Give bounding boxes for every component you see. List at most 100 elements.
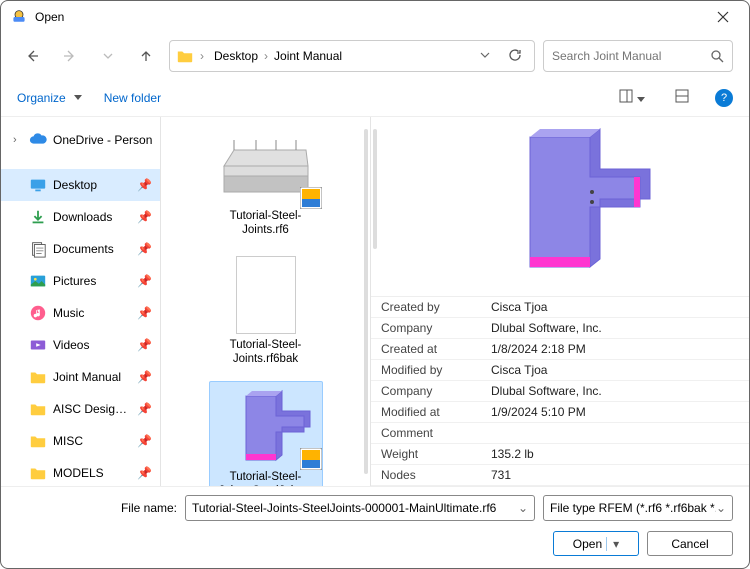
close-button[interactable] <box>707 1 739 33</box>
chevron-down-icon <box>480 50 490 60</box>
meta-value: 731 <box>491 468 739 482</box>
window-title: Open <box>35 10 707 24</box>
pin-icon: 📌 <box>137 370 152 384</box>
chevron-right-icon: › <box>264 49 268 63</box>
tree-label: Downloads <box>53 210 131 224</box>
open-split-icon[interactable]: ▾ <box>606 537 619 551</box>
tree-label: AISC Design Guid <box>53 402 131 416</box>
tree-item-music[interactable]: Music 📌 <box>1 297 160 329</box>
meta-value: Cisca Tjoa <box>491 300 739 314</box>
breadcrumb-desktop[interactable]: Desktop <box>210 47 262 65</box>
filter-label: File type RFEM (*.rf6 *.rf6bak *.r <box>550 501 716 515</box>
tree-label: Music <box>53 306 131 320</box>
back-button[interactable] <box>17 41 47 71</box>
meta-value: Dlubal Software, Inc. <box>491 321 739 335</box>
meta-value: 1/8/2024 2:18 PM <box>491 342 739 356</box>
tree-item-joint-manual[interactable]: Joint Manual 📌 <box>1 361 160 393</box>
meta-key: Modified at <box>381 405 491 419</box>
meta-value: Dlubal Software, Inc. <box>491 384 739 398</box>
tree-label: Joint Manual <box>53 370 131 384</box>
help-button[interactable]: ? <box>715 89 733 107</box>
meta-key: Created at <box>381 342 491 356</box>
address-bar[interactable]: › Desktop › Joint Manual <box>169 40 535 72</box>
meta-row: CompanyDlubal Software, Inc. <box>371 318 749 339</box>
cancel-button[interactable]: Cancel <box>647 531 733 556</box>
tree-item-onedrive[interactable]: › OneDrive - Person <box>1 123 160 157</box>
tree-item-downloads[interactable]: Downloads 📌 <box>1 201 160 233</box>
pin-icon: 📌 <box>137 210 152 224</box>
addr-dropdown[interactable] <box>474 47 496 65</box>
new-folder-button[interactable]: New folder <box>104 91 161 105</box>
tree-label: OneDrive - Person <box>53 133 160 147</box>
tree-item-aisc-design-guid[interactable]: AISC Design Guid📌 <box>1 393 160 425</box>
file-item[interactable]: Tutorial-Steel-Joints-SteelJoints-000001… <box>209 381 323 487</box>
downloads-icon <box>29 208 47 226</box>
meta-row: Comment <box>371 423 749 444</box>
app-icon <box>11 9 27 25</box>
meta-row: Modified at1/9/2024 5:10 PM <box>371 402 749 423</box>
videos-icon <box>29 336 47 354</box>
search-input[interactable] <box>552 49 710 63</box>
tree-item-desktop[interactable]: Desktop📌 <box>1 169 160 201</box>
tree-label: Videos <box>53 338 131 352</box>
meta-key: Company <box>381 384 491 398</box>
forward-button[interactable] <box>55 41 85 71</box>
thumb-model-grey <box>216 125 316 205</box>
rfem-badge-icon <box>300 448 322 470</box>
meta-value: 1/9/2024 5:10 PM <box>491 405 739 419</box>
tree-item-documents[interactable]: Documents📌 <box>1 233 160 265</box>
file-item[interactable]: Tutorial-Steel-Joints.rf6bak <box>209 252 323 371</box>
pin-icon: 📌 <box>137 306 152 320</box>
file-list: Tutorial-Steel-Joints.rf6 Tutorial-Steel-… <box>161 117 371 486</box>
file-type-filter[interactable]: File type RFEM (*.rf6 *.rf6bak *.r ⌄ <box>543 495 733 521</box>
close-icon <box>717 11 729 23</box>
pin-icon: 📌 <box>137 274 152 288</box>
tree-item-videos[interactable]: Videos📌 <box>1 329 160 361</box>
nav-tree: › OneDrive - Person Desktop📌Downloads📌Do… <box>1 117 161 486</box>
music-icon <box>29 304 47 322</box>
preview-toggle[interactable] <box>671 87 693 108</box>
view-options-button[interactable] <box>615 87 649 108</box>
arrow-right-icon <box>63 49 77 63</box>
folder-icon <box>29 464 47 482</box>
main-panel: › OneDrive - Person Desktop📌Downloads📌Do… <box>1 117 749 486</box>
meta-row: Created at1/8/2024 2:18 PM <box>371 339 749 360</box>
pin-icon: 📌 <box>137 434 152 448</box>
model-preview-icon <box>460 117 660 297</box>
filename-input[interactable] <box>192 501 518 515</box>
up-button[interactable] <box>131 41 161 71</box>
cloud-icon <box>29 131 47 149</box>
search-box[interactable] <box>543 40 733 72</box>
pin-icon: 📌 <box>137 178 152 192</box>
toolbar: Organize New folder ? <box>1 79 749 117</box>
meta-value: Cisca Tjoa <box>491 363 739 377</box>
pin-icon: 📌 <box>137 466 152 480</box>
folder-icon <box>176 47 194 65</box>
open-button[interactable]: Open ▾ <box>553 531 639 556</box>
meta-row: Created byCisca Tjoa <box>371 297 749 318</box>
folder-icon <box>29 400 47 418</box>
tree-label: MISC <box>53 434 131 448</box>
file-name-label: Tutorial-Steel-Joints-SteelJoints-000001… <box>214 470 318 487</box>
navbar: › Desktop › Joint Manual <box>1 33 749 79</box>
tree-item-misc[interactable]: MISC 📌 <box>1 425 160 457</box>
documents-icon <box>29 240 47 258</box>
tree-item-models[interactable]: MODELS📌 <box>1 457 160 486</box>
chevron-right-icon: › <box>13 134 23 146</box>
recent-locations-button[interactable] <box>93 41 123 71</box>
preview-pane-icon <box>675 89 689 103</box>
chevron-down-icon: ⌄ <box>716 501 726 515</box>
arrow-left-icon <box>25 49 39 63</box>
chevron-down-icon[interactable]: ⌄ <box>518 501 528 515</box>
file-item[interactable]: Tutorial-Steel-Joints.rf6 <box>209 121 323 242</box>
tree-item-pictures[interactable]: Pictures📌 <box>1 265 160 297</box>
breadcrumb-jointmanual[interactable]: Joint Manual <box>270 47 346 65</box>
file-name-label: Tutorial-Steel-Joints.rf6bak <box>213 338 319 367</box>
refresh-button[interactable] <box>502 46 528 67</box>
pin-icon: 📌 <box>137 242 152 256</box>
search-icon <box>710 49 724 63</box>
meta-key: Company <box>381 321 491 335</box>
preview-pane: Created byCisca TjoaCompanyDlubal Softwa… <box>371 117 749 486</box>
filename-input-wrap[interactable]: ⌄ <box>185 495 535 521</box>
organize-button[interactable]: Organize <box>17 91 82 105</box>
